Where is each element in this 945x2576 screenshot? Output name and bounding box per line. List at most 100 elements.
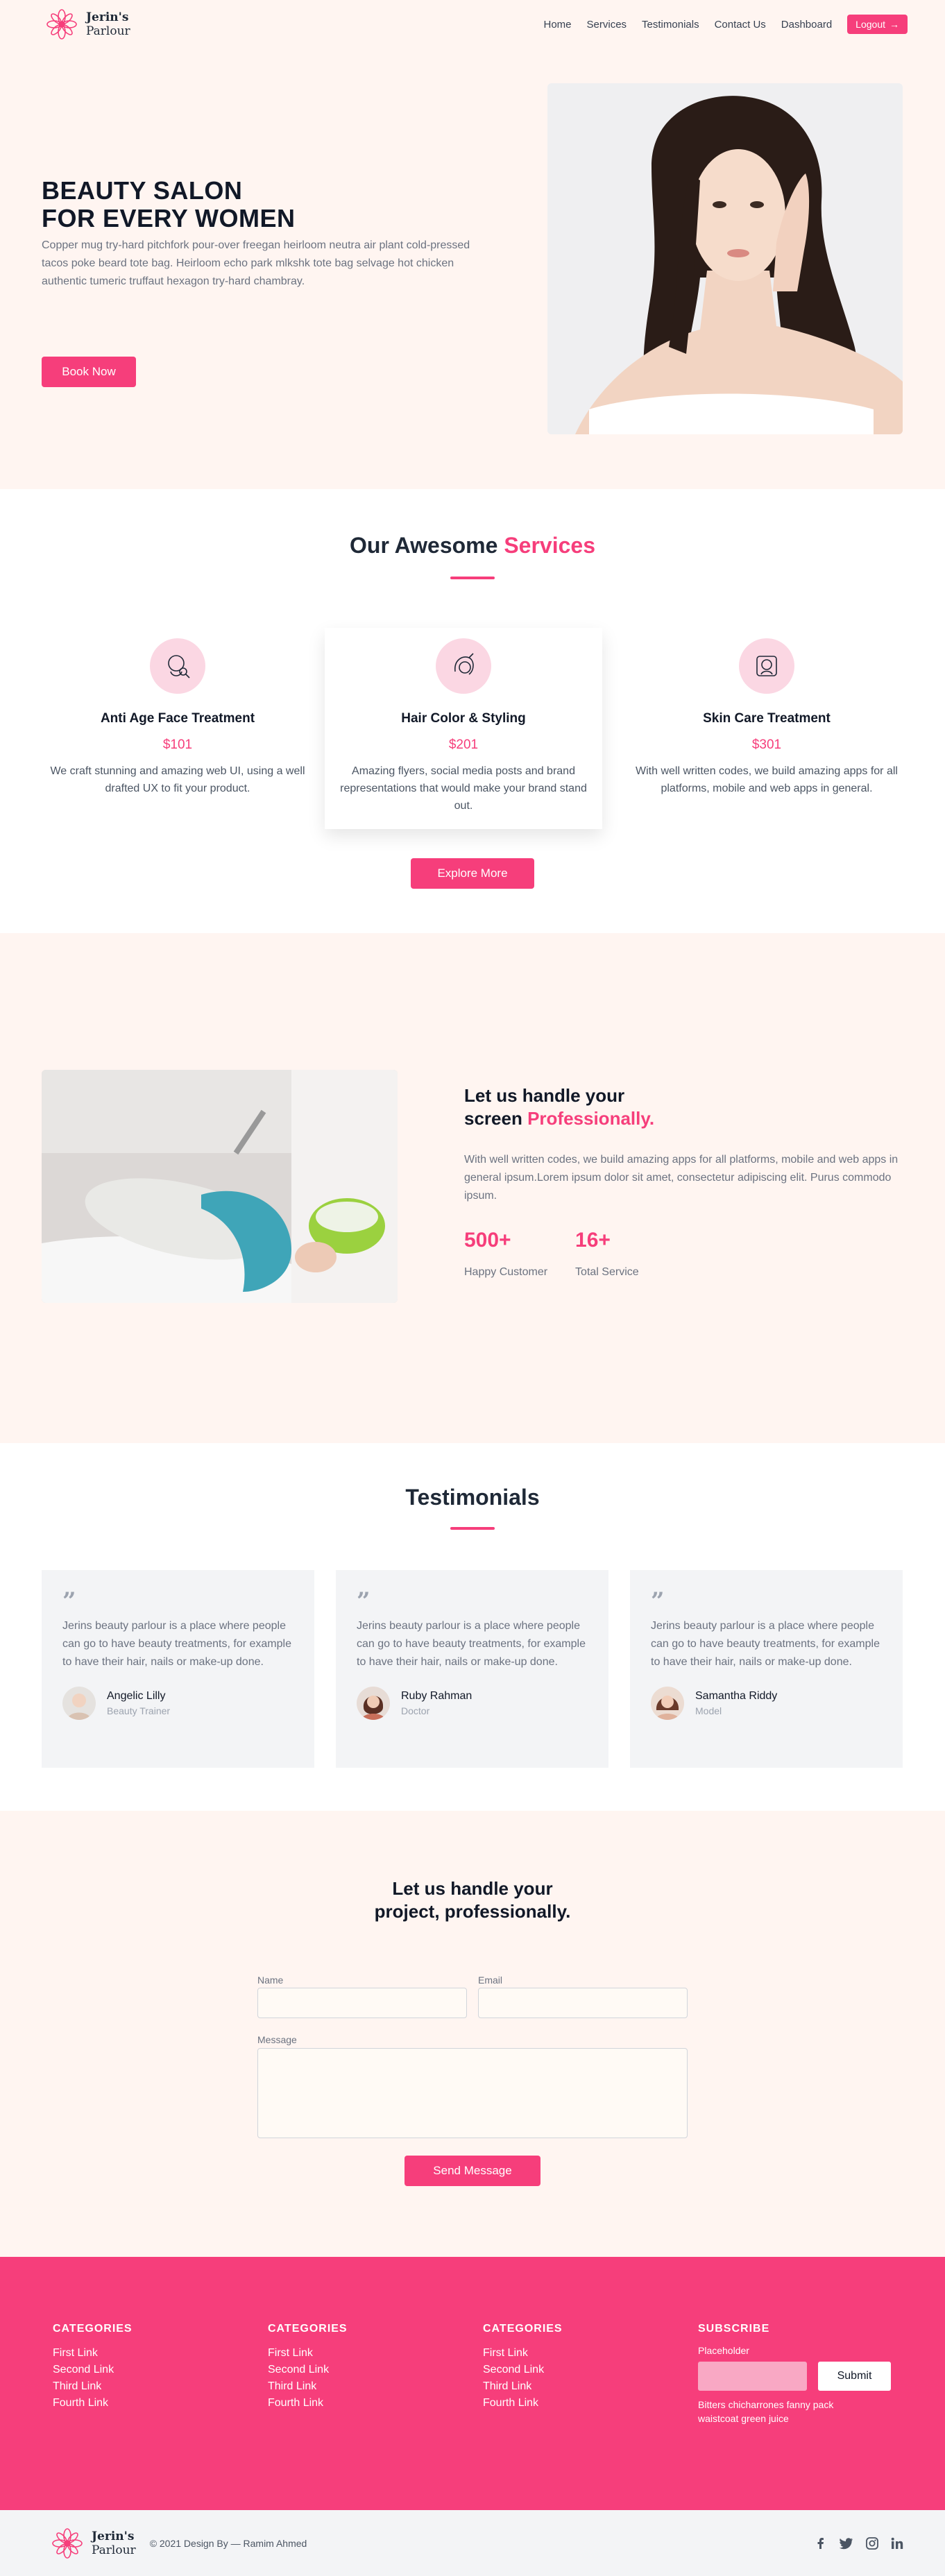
footer-link[interactable]: Fourth Link: [53, 2395, 133, 2412]
footer-link[interactable]: Fourth Link: [268, 2395, 348, 2412]
footer-column: CATEGORIES First Link Second Link Third …: [483, 2323, 563, 2412]
hero-description: Copper mug try-hard pitchfork pour-over …: [42, 239, 470, 287]
facebook-icon[interactable]: [815, 2537, 827, 2550]
service-description: With well written codes, we build amazin…: [636, 765, 898, 794]
facial-treatment-photo: [42, 1070, 398, 1303]
brand-subname: Parlour: [86, 24, 130, 38]
subscribe-submit-button[interactable]: Submit: [818, 2362, 891, 2391]
hair-styling-icon: [436, 638, 491, 694]
service-card[interactable]: Skin Care Treatment $301 With well writt…: [628, 628, 905, 829]
email-field[interactable]: [478, 1988, 688, 2018]
footer-link[interactable]: Second Link: [53, 2362, 133, 2378]
explore-more-button[interactable]: Explore More: [411, 858, 534, 889]
instagram-icon[interactable]: [866, 2536, 878, 2550]
about-section: Let us handle your screen Professionally…: [0, 933, 945, 1443]
copyright-text: © 2021 Design By — Ramim Ahmed: [149, 2537, 307, 2549]
nav-testimonials[interactable]: Testimonials: [642, 19, 699, 31]
footer-link[interactable]: Third Link: [483, 2378, 563, 2395]
skin-care-icon: [739, 638, 794, 694]
send-message-button[interactable]: Send Message: [405, 2156, 540, 2186]
name-field[interactable]: [257, 1988, 467, 2018]
subscribe-heading: SUBSCRIBE: [698, 2323, 770, 2335]
logout-label: Logout: [855, 19, 885, 30]
testimonial-name: Angelic Lilly: [107, 1690, 166, 1702]
testimonial-role: Model: [695, 1705, 722, 1716]
stat-happy-customer: 500+ Happy Customer: [464, 1229, 547, 1279]
testimonials-title-underline: [450, 1527, 495, 1530]
service-name: Anti Age Face Treatment: [100, 711, 255, 726]
service-card[interactable]: Anti Age Face Treatment $101 We craft st…: [39, 628, 316, 829]
footer-link[interactable]: Second Link: [483, 2362, 563, 2378]
testimonials-title: Testimonials: [405, 1485, 540, 1510]
hero-section: BEAUTY SALON FOR EVERY WOMEN Copper mug …: [0, 49, 945, 489]
contact-section: Let us handle your project, professional…: [0, 1811, 945, 2257]
service-price: $301: [751, 737, 782, 752]
footer-link[interactable]: Third Link: [268, 2378, 348, 2395]
quote-icon: ”: [357, 1587, 371, 1615]
nav-contact[interactable]: Contact Us: [715, 19, 766, 31]
footer-link[interactable]: Third Link: [53, 2378, 133, 2395]
footer-heading: CATEGORIES: [53, 2323, 133, 2335]
message-field[interactable]: [257, 2048, 688, 2138]
footer-link[interactable]: First Link: [53, 2345, 133, 2362]
stat-value: 500+: [464, 1229, 511, 1252]
footer-link[interactable]: Second Link: [268, 2362, 348, 2378]
stat-label: Total Service: [575, 1266, 639, 1278]
testimonial-name: Samantha Riddy: [695, 1690, 778, 1702]
testimonial-card: ” Jerins beauty parlour is a place where…: [336, 1570, 608, 1768]
linkedin-icon[interactable]: [891, 2537, 903, 2550]
brand-name: Jerin's: [92, 2529, 135, 2543]
book-now-button[interactable]: Book Now: [42, 357, 136, 387]
footer-link[interactable]: First Link: [268, 2345, 348, 2362]
face-treatment-icon: [150, 638, 205, 694]
testimonial-text: Jerins beauty parlour is a place where p…: [357, 1620, 586, 1668]
flower-logo-icon: [52, 2527, 83, 2559]
subscribe-label: Placeholder: [698, 2345, 749, 2356]
footer-link[interactable]: Fourth Link: [483, 2395, 563, 2412]
testimonial-card: ” Jerins beauty parlour is a place where…: [630, 1570, 903, 1768]
avatar: [651, 1687, 684, 1720]
footer-column: CATEGORIES First Link Second Link Third …: [53, 2323, 133, 2412]
service-description: Amazing flyers, social media posts and b…: [340, 765, 587, 812]
quote-icon: ”: [62, 1587, 76, 1615]
footer-heading: CATEGORIES: [483, 2323, 563, 2335]
nav-services[interactable]: Services: [587, 19, 627, 31]
nav-home[interactable]: Home: [544, 19, 572, 31]
subscribe-column: SUBSCRIBE Placeholder Submit Bitters chi…: [698, 2323, 891, 2425]
service-price: $101: [162, 737, 193, 752]
social-links: [815, 2536, 903, 2550]
site-header: Jerin's Parlour Home Services Testimonia…: [0, 0, 945, 49]
subscribe-email-input[interactable]: [698, 2362, 807, 2391]
about-description: With well written codes, we build amazin…: [464, 1154, 899, 1202]
logout-button[interactable]: Logout →: [847, 15, 908, 34]
arrow-right-icon: →: [889, 19, 899, 30]
footer-link[interactable]: First Link: [483, 2345, 563, 2362]
service-card[interactable]: Hair Color & Styling $201 Amazing flyers…: [325, 628, 602, 829]
services-title: Our Awesome Services: [350, 533, 595, 558]
avatar: [357, 1687, 390, 1720]
testimonial-text: Jerins beauty parlour is a place where p…: [62, 1620, 291, 1668]
bottom-bar: Jerin's Parlour © 2021 Design By — Ramim…: [0, 2510, 945, 2576]
hero-model-photo: [547, 83, 903, 434]
subscribe-note: Bitters chicharrones fanny pack waistcoa…: [698, 2399, 834, 2424]
quote-icon: ”: [651, 1587, 665, 1615]
footer-heading: CATEGORIES: [268, 2323, 348, 2335]
service-name: Hair Color & Styling: [401, 711, 526, 726]
stats-row: 500+ Happy Customer 16+ Total Service: [464, 1229, 908, 1279]
site-footer: CATEGORIES First Link Second Link Third …: [0, 2257, 945, 2510]
email-label: Email: [478, 1974, 503, 1986]
about-title: Let us handle your screen Professionally…: [464, 1085, 655, 1129]
hero-title: BEAUTY SALON FOR EVERY WOMEN: [42, 176, 296, 232]
contact-title: Let us handle your project, professional…: [374, 1878, 571, 1922]
footer-logo[interactable]: Jerin's Parlour: [50, 2526, 136, 2561]
footer-column: CATEGORIES First Link Second Link Third …: [268, 2323, 348, 2412]
brand-subname: Parlour: [92, 2543, 136, 2557]
testimonials-section: Testimonials ” Jerins beauty parlour is …: [0, 1443, 945, 1811]
twitter-icon[interactable]: [840, 2537, 853, 2550]
nav-dashboard[interactable]: Dashboard: [781, 19, 832, 31]
name-label: Name: [257, 1974, 284, 1986]
testimonial-text: Jerins beauty parlour is a place where p…: [651, 1620, 880, 1668]
stat-total-service: 16+ Total Service: [575, 1229, 639, 1279]
brand-logo[interactable]: Jerin's Parlour: [44, 7, 130, 42]
brand-name: Jerin's: [86, 10, 129, 24]
